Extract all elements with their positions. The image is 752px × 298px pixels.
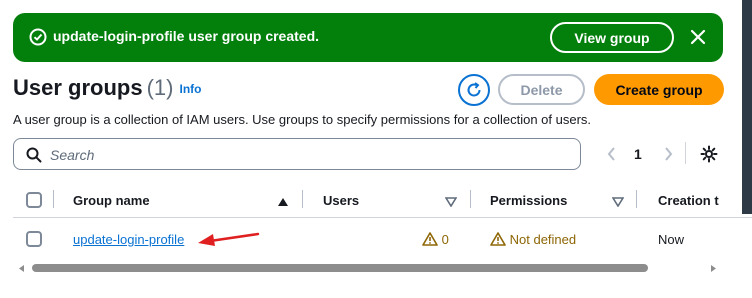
- group-name-link[interactable]: update-login-profile: [73, 232, 184, 247]
- select-all-checkbox[interactable]: [26, 192, 42, 208]
- previous-page-icon[interactable]: [606, 146, 618, 167]
- page-number[interactable]: 1: [634, 146, 642, 162]
- background-window-edge: [742, 0, 752, 214]
- page-title: User groups: [13, 75, 143, 100]
- flash-message: update-login-profile user group created.: [53, 28, 320, 44]
- scroll-right-icon[interactable]: [710, 265, 716, 272]
- search-input[interactable]: [50, 145, 570, 165]
- next-page-icon[interactable]: [662, 146, 674, 167]
- check-circle-icon: [29, 28, 47, 46]
- warning-icon: [422, 232, 438, 246]
- column-separator: [53, 190, 54, 208]
- view-group-button[interactable]: View group: [550, 22, 674, 53]
- page-description: A user group is a collection of IAM user…: [13, 112, 592, 127]
- page-header: User groups (1) Info: [13, 75, 201, 101]
- permissions-cell: Not defined: [490, 232, 576, 247]
- group-count: (1): [146, 75, 174, 100]
- column-header-permissions[interactable]: Permissions: [490, 193, 567, 208]
- scroll-left-icon[interactable]: [19, 265, 25, 272]
- column-header-users[interactable]: Users: [323, 193, 359, 208]
- users-cell: 0: [422, 232, 449, 247]
- column-separator[interactable]: [302, 190, 303, 208]
- column-header-group-name[interactable]: Group name: [73, 193, 150, 208]
- search-field[interactable]: [13, 138, 581, 170]
- horizontal-scrollbar[interactable]: [13, 262, 723, 274]
- sort-ascending-icon[interactable]: [277, 194, 289, 212]
- create-group-button[interactable]: Create group: [594, 74, 724, 105]
- search-icon: [26, 147, 42, 163]
- permissions-status: Not defined: [509, 232, 577, 247]
- success-flashbar: update-login-profile user group created.…: [13, 13, 723, 62]
- annotation-arrow: [198, 232, 260, 246]
- column-separator[interactable]: [470, 190, 471, 208]
- info-link[interactable]: Info: [179, 82, 201, 96]
- row-checkbox[interactable]: [26, 231, 42, 247]
- delete-button[interactable]: Delete: [498, 74, 585, 105]
- refresh-icon: [467, 82, 481, 97]
- divider: [685, 142, 686, 164]
- creation-time-cell: Now: [658, 232, 685, 247]
- sort-icon[interactable]: [611, 194, 625, 212]
- users-count: 0: [441, 232, 449, 247]
- gear-icon[interactable]: [700, 145, 718, 168]
- column-header-creation-time[interactable]: Creation t: [658, 193, 719, 208]
- table-header-row: Group name Users Permissions Creation t: [13, 184, 752, 218]
- column-separator[interactable]: [636, 190, 637, 208]
- table-row: update-login-profile 0 Not defined Now: [13, 222, 752, 256]
- warning-icon: [490, 232, 506, 246]
- sort-icon[interactable]: [444, 194, 458, 212]
- close-icon[interactable]: [687, 26, 709, 48]
- scrollbar-thumb[interactable]: [32, 264, 648, 272]
- refresh-button[interactable]: [458, 74, 490, 106]
